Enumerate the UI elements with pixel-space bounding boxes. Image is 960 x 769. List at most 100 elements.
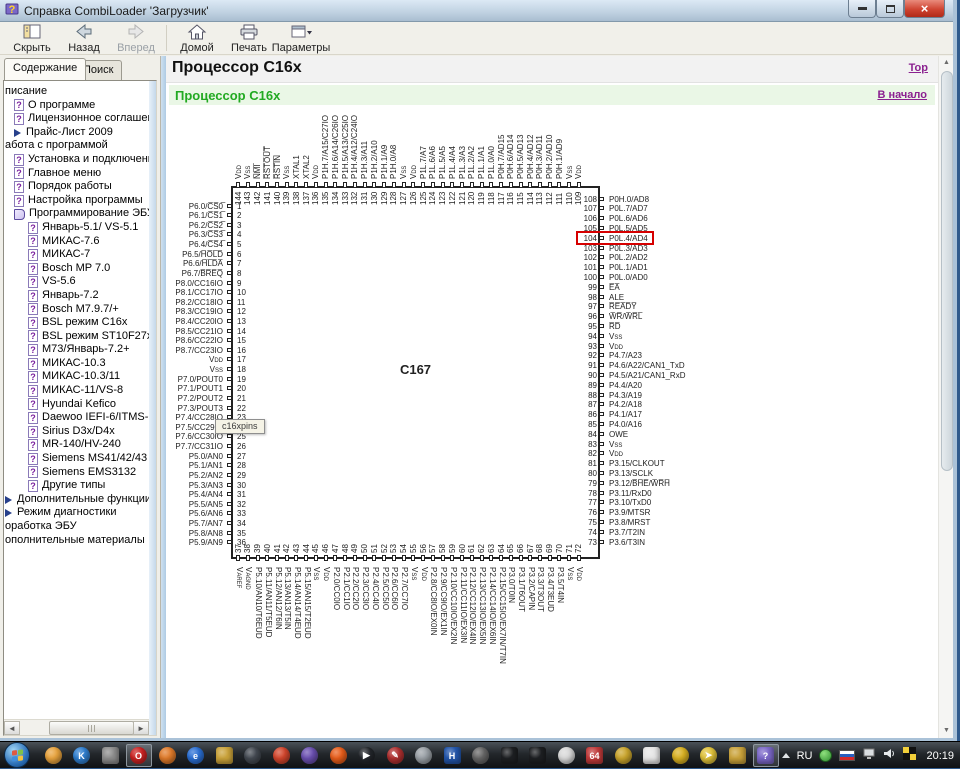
tree-item[interactable]: оработка ЭБУ [4, 520, 149, 534]
taskbar-icon-kmplayer[interactable]: K [69, 744, 95, 767]
taskbar-icon-opera[interactable]: O [126, 744, 152, 767]
taskbar-icon-notepad[interactable] [639, 744, 665, 767]
tree-item[interactable]: ?Другие типы [4, 479, 149, 493]
taskbar-icon-app-64[interactable]: 64 [582, 744, 608, 767]
pin-number: 95 [564, 322, 597, 331]
pin-number: 125 [420, 192, 428, 205]
tree-item[interactable]: ?MR-140/HV-240 [4, 438, 149, 452]
tree-item[interactable]: Дополнительные функции [4, 493, 149, 507]
taskbar-icon-folder-2[interactable] [724, 744, 750, 767]
pin-label: P4.0/A16 [609, 420, 642, 429]
tree-item[interactable]: Режим диагностики [4, 506, 149, 520]
taskbar-icon-key-yellow[interactable] [667, 744, 693, 767]
taskbar-icon-red-pencil[interactable]: ✎ [382, 744, 408, 767]
pin-number: 60 [459, 544, 467, 553]
tree-item[interactable]: писание [4, 85, 149, 99]
taskbar-icon-internet-explorer[interactable]: e [183, 744, 209, 767]
back-to-start-link[interactable]: В начало [877, 89, 927, 101]
toolbar-button-печать[interactable]: Печать [223, 22, 275, 54]
toolbar-button-параметры[interactable]: Параметры [275, 22, 327, 54]
toolbar-button-назад[interactable]: Назад [58, 22, 110, 54]
scroll-right-arrow[interactable]: ► [133, 721, 149, 735]
network-icon[interactable] [862, 747, 876, 765]
taskbar-icon-console-2[interactable] [525, 744, 551, 767]
minimize-button[interactable] [848, 0, 876, 18]
hidden-icons-arrow[interactable] [782, 753, 790, 758]
tree-item[interactable]: ?Лицензионное соглашение [4, 112, 149, 126]
content-vertical-scrollbar[interactable]: ▲ ▼ [938, 56, 953, 738]
tree-item[interactable]: ?Siemens EMS3132 [4, 466, 149, 480]
tray-green-icon[interactable] [819, 749, 832, 762]
tree-item[interactable]: ?МИКАС-10.3 [4, 357, 149, 371]
taskbar-icon-folder[interactable] [211, 744, 237, 767]
tree-item[interactable]: ?Настройка программы [4, 194, 149, 208]
taskbar-icon-firefox[interactable] [154, 744, 180, 767]
tree-item[interactable]: ?Siemens MS41/42/43 [4, 452, 149, 466]
pin-pad [324, 182, 328, 188]
scroll-left-arrow[interactable]: ◄ [4, 721, 20, 735]
taskbar-icon-help-viewer[interactable]: ? [753, 744, 779, 767]
tab-contents[interactable]: Содержание [4, 58, 86, 80]
tree-vertical-scrollbar[interactable] [149, 81, 156, 735]
tree-item[interactable]: ?М73/Январь-7.2+ [4, 343, 149, 357]
tree-item[interactable]: ?Daewoo IEFI-6/ITMS-6F [4, 411, 149, 425]
title-bar[interactable]: ? Справка CombiLoader 'Загрузчик' × [0, 0, 953, 22]
scroll-up-arrow[interactable]: ▲ [940, 56, 953, 70]
close-button[interactable]: × [904, 0, 945, 18]
maximize-button[interactable] [876, 0, 904, 18]
scroll-thumb[interactable] [49, 721, 134, 735]
taskbar-icon-media-dark[interactable] [240, 744, 266, 767]
start-button[interactable] [4, 742, 30, 768]
toolbar-button-скрыть[interactable]: Скрыть [6, 22, 58, 54]
tree-item[interactable]: ?Sirius D3x/D4x [4, 425, 149, 439]
taskbar-icon-purple-app[interactable] [297, 744, 323, 767]
checkered-tray-icon[interactable] [903, 747, 916, 765]
taskbar-icon-blue-h[interactable]: H [439, 744, 465, 767]
taskbar-icon-yellow-arrow[interactable]: ➤ [696, 744, 722, 767]
tree-item[interactable]: ?VS-5.6 [4, 275, 149, 289]
tree-item[interactable]: ?Bosch M7.9.7/+ [4, 303, 149, 317]
tree-item[interactable]: ?МИКАС-7 [4, 248, 149, 262]
taskbar-icon-photo-viewer[interactable] [97, 744, 123, 767]
tree-item[interactable]: ополнительные материалы [4, 534, 149, 548]
tree-item[interactable]: Программирование ЭБУ [4, 207, 149, 221]
tree-horizontal-scrollbar[interactable]: ◄ ► [4, 719, 149, 735]
tree-item[interactable]: ?МИКАС-11/VS-8 [4, 384, 149, 398]
taskbar-icon-player-black[interactable]: ▶ [354, 744, 380, 767]
taskbar-icon-app-orange-ball[interactable] [40, 744, 66, 767]
tree-item[interactable]: ?Hyundai Kefico [4, 398, 149, 412]
volume-icon[interactable] [883, 747, 896, 765]
pin-number: 137 [303, 192, 311, 205]
tree-item[interactable]: ?BSL режим ST10F27x [4, 330, 149, 344]
tree-item[interactable]: ?Порядок работы [4, 180, 149, 194]
tree-item[interactable]: ?Главное меню [4, 167, 149, 181]
pin-label: P3.2/CAPIN [527, 567, 535, 610]
language-indicator[interactable]: RU [797, 750, 813, 762]
taskbar-clock[interactable]: 20:19 [926, 750, 954, 762]
tree-item[interactable]: ?МИКАС-10.3/11 [4, 370, 149, 384]
tree-item[interactable]: абота с программой [4, 139, 149, 153]
top-link[interactable]: Top [909, 62, 928, 74]
taskbar-icon-chrome-red[interactable] [268, 744, 294, 767]
tree-item[interactable]: ?Установка и подключение [4, 153, 149, 167]
scroll-down-arrow[interactable]: ▼ [940, 724, 953, 738]
scroll-thumb[interactable] [941, 71, 953, 471]
toolbar-button-домой[interactable]: Домой [171, 22, 223, 54]
tree-item[interactable]: ?О программе [4, 99, 149, 113]
taskbar-icon-console-1[interactable] [496, 744, 522, 767]
taskbar-icon-person-app[interactable] [553, 744, 579, 767]
tree-item[interactable]: ?Январь-7.2 [4, 289, 149, 303]
tree-item[interactable]: ?BSL режим C16x [4, 316, 149, 330]
taskbar-icon-gray-tool[interactable] [411, 744, 437, 767]
pin-number: 37 [235, 544, 243, 553]
tree-item[interactable]: ?МИКАС-7.6 [4, 235, 149, 249]
tree-item[interactable]: ?Январь-5.1/ VS-5.1 [4, 221, 149, 235]
taskbar-icon-skull-app[interactable] [468, 744, 494, 767]
taskbar-icon-flame[interactable] [325, 744, 351, 767]
pin-pad [236, 555, 240, 561]
tree-item[interactable]: ?Bosch MP 7.0 [4, 262, 149, 276]
taskbar-icon-gears-yellow[interactable] [610, 744, 636, 767]
tree-item[interactable]: Прайс-Лист 2009 [4, 126, 149, 140]
tray-flag-icon[interactable] [839, 750, 855, 761]
pin-pad [599, 520, 604, 524]
